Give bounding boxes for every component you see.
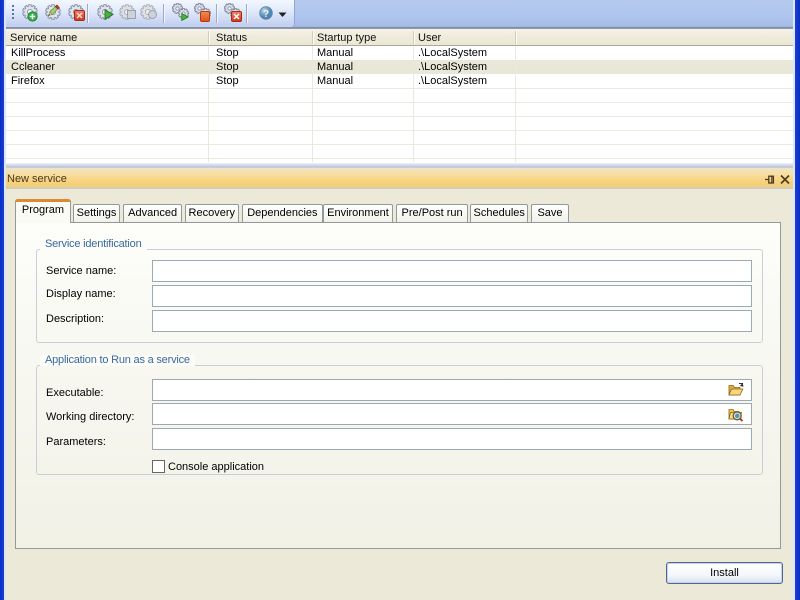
svg-text:?: ? [263, 9, 269, 20]
